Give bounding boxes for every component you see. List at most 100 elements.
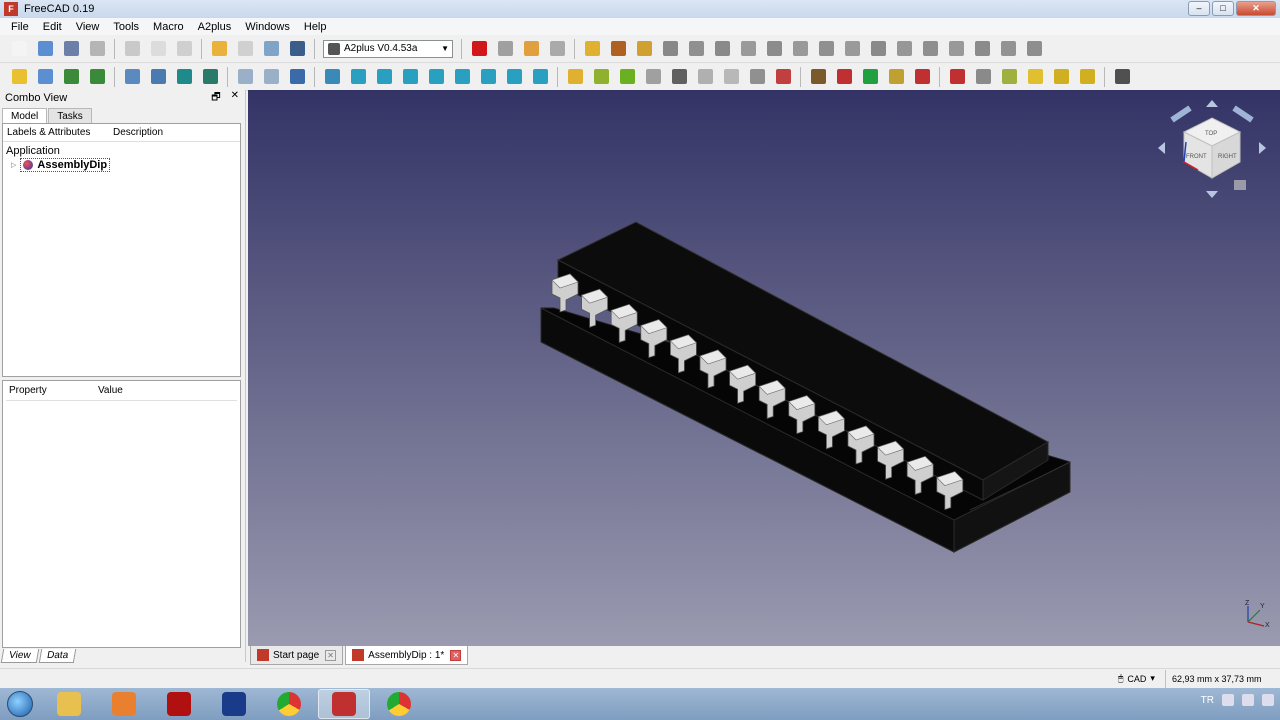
folder-button[interactable] <box>34 66 56 88</box>
view-menu-icon[interactable] <box>1234 180 1246 190</box>
taskbar-media-player[interactable] <box>98 689 150 719</box>
isometric-button[interactable] <box>347 66 369 88</box>
a2p-export-button[interactable] <box>772 66 794 88</box>
part-yellow-button[interactable] <box>8 66 30 88</box>
circular-edge-button[interactable] <box>789 38 811 60</box>
fit-all-button[interactable] <box>121 66 143 88</box>
new-document-button[interactable] <box>8 38 30 60</box>
a2p-solve-button[interactable] <box>564 66 586 88</box>
a2p-bom-button[interactable] <box>998 66 1020 88</box>
a2p-cd-button[interactable] <box>1024 66 1046 88</box>
doc-tab-start-page[interactable]: Start page ✕ <box>250 646 344 665</box>
axis-parallel-button[interactable] <box>841 38 863 60</box>
point-on-line-button[interactable] <box>711 38 733 60</box>
left-view-button[interactable] <box>503 66 525 88</box>
volume-icon[interactable] <box>1262 694 1274 706</box>
a2p-convert-button[interactable] <box>694 66 716 88</box>
tab-data[interactable]: Data <box>38 649 76 663</box>
a2p-delete-button[interactable] <box>659 38 681 60</box>
a2p-transparency-button[interactable] <box>720 66 742 88</box>
back-button[interactable] <box>234 66 256 88</box>
a2p-add-part-button[interactable] <box>581 38 603 60</box>
3d-viewport[interactable]: TOP FRONT RIGHT Z Y X <box>248 90 1280 646</box>
flag-icon[interactable] <box>1222 694 1234 706</box>
menu-a2plus[interactable]: A2plus <box>191 21 239 33</box>
std-view-button[interactable] <box>286 66 308 88</box>
zoom-box-button[interactable] <box>321 66 343 88</box>
a2p-list-button[interactable] <box>885 66 907 88</box>
taskbar-ccleaner[interactable] <box>208 689 260 719</box>
menu-view[interactable]: View <box>69 21 107 33</box>
float-panel-icon[interactable]: 🗗 <box>211 90 220 107</box>
menu-windows[interactable]: Windows <box>238 21 297 33</box>
navigation-cube[interactable]: TOP FRONT RIGHT <box>1156 98 1268 198</box>
tree-col-description[interactable]: Description <box>109 127 215 138</box>
menu-help[interactable]: Help <box>297 21 334 33</box>
angled-planes-button[interactable] <box>867 38 889 60</box>
whats-this-button[interactable] <box>286 38 308 60</box>
top-view-button[interactable] <box>399 66 421 88</box>
navcube-right[interactable]: RIGHT <box>1218 154 1237 160</box>
point-on-plane-button[interactable] <box>737 38 759 60</box>
cut-button[interactable] <box>121 38 143 60</box>
a2p-mirror-button[interactable] <box>807 66 829 88</box>
expand-arrow-icon[interactable]: ▷ <box>11 161 16 169</box>
center-of-mass-button[interactable] <box>971 38 993 60</box>
measure-button[interactable] <box>529 66 551 88</box>
redo-button[interactable] <box>234 38 256 60</box>
link-group-button[interactable] <box>86 66 108 88</box>
rear-view-button[interactable] <box>451 66 473 88</box>
taskbar-chrome-profile[interactable] <box>373 689 425 719</box>
a2p-recompute-button[interactable] <box>616 66 638 88</box>
close-tab-icon[interactable]: ✕ <box>325 649 337 661</box>
lock-constraint-button[interactable] <box>997 38 1019 60</box>
menu-tools[interactable]: Tools <box>106 21 146 33</box>
point-constraint-button[interactable] <box>685 38 707 60</box>
a2p-partlist-button[interactable] <box>746 66 768 88</box>
a2p-autosolve-button[interactable] <box>833 66 855 88</box>
prop-col-property[interactable]: Property <box>6 385 95 396</box>
axial-constraint-button[interactable] <box>815 38 837 60</box>
a2p-flip-button[interactable] <box>859 66 881 88</box>
a2p-update-button[interactable] <box>590 66 612 88</box>
minimize-button[interactable]: – <box>1188 1 1210 16</box>
plane-coincident-button[interactable] <box>919 38 941 60</box>
print-button[interactable] <box>86 38 108 60</box>
network-icon[interactable] <box>1242 694 1254 706</box>
macro-run-button[interactable] <box>546 38 568 60</box>
right-view-button[interactable] <box>425 66 447 88</box>
front-view-button[interactable] <box>373 66 395 88</box>
a2p-duplicate-button[interactable] <box>668 66 690 88</box>
draw-style-button[interactable] <box>173 66 195 88</box>
a2p-label-button[interactable] <box>1050 66 1072 88</box>
start-button[interactable] <box>0 688 40 720</box>
refresh-button[interactable] <box>260 38 282 60</box>
taskbar-explorer[interactable] <box>43 689 95 719</box>
prop-col-value[interactable]: Value <box>95 385 184 396</box>
macro-stop-button[interactable] <box>494 38 516 60</box>
navigation-style-selector[interactable]: 🖱 CAD ▾ <box>1118 673 1155 684</box>
taskbar-freecad-task[interactable] <box>318 689 370 719</box>
a2p-shape-button[interactable] <box>633 38 655 60</box>
a2p-tools-button[interactable] <box>911 66 933 88</box>
bounding-box-button[interactable] <box>199 66 221 88</box>
forward-button[interactable] <box>260 66 282 88</box>
copy-button[interactable] <box>147 38 169 60</box>
link-button[interactable] <box>60 66 82 88</box>
menu-edit[interactable]: Edit <box>36 21 69 33</box>
workbench-selector[interactable]: A2plus V0.4.53a ▼ <box>323 39 453 58</box>
dip-chip-model[interactable] <box>248 90 1280 646</box>
edit-constraint-button[interactable] <box>1023 38 1045 60</box>
menu-macro[interactable]: Macro <box>146 21 191 33</box>
angle-constraint-button[interactable] <box>945 38 967 60</box>
chip-pin[interactable] <box>551 273 579 313</box>
bottom-view-button[interactable] <box>477 66 499 88</box>
maximize-button[interactable]: □ <box>1212 1 1234 16</box>
save-button[interactable] <box>60 38 82 60</box>
doc-tab-assemblydip[interactable]: AssemblyDip : 1* ✕ <box>345 646 469 665</box>
taskbar-sketch-app[interactable] <box>153 689 205 719</box>
tree-item-assembly[interactable]: ▷ AssemblyDip <box>3 157 240 173</box>
menu-file[interactable]: File <box>4 21 36 33</box>
navcube-front[interactable]: FRONT <box>1186 154 1207 160</box>
open-button[interactable] <box>34 38 56 60</box>
